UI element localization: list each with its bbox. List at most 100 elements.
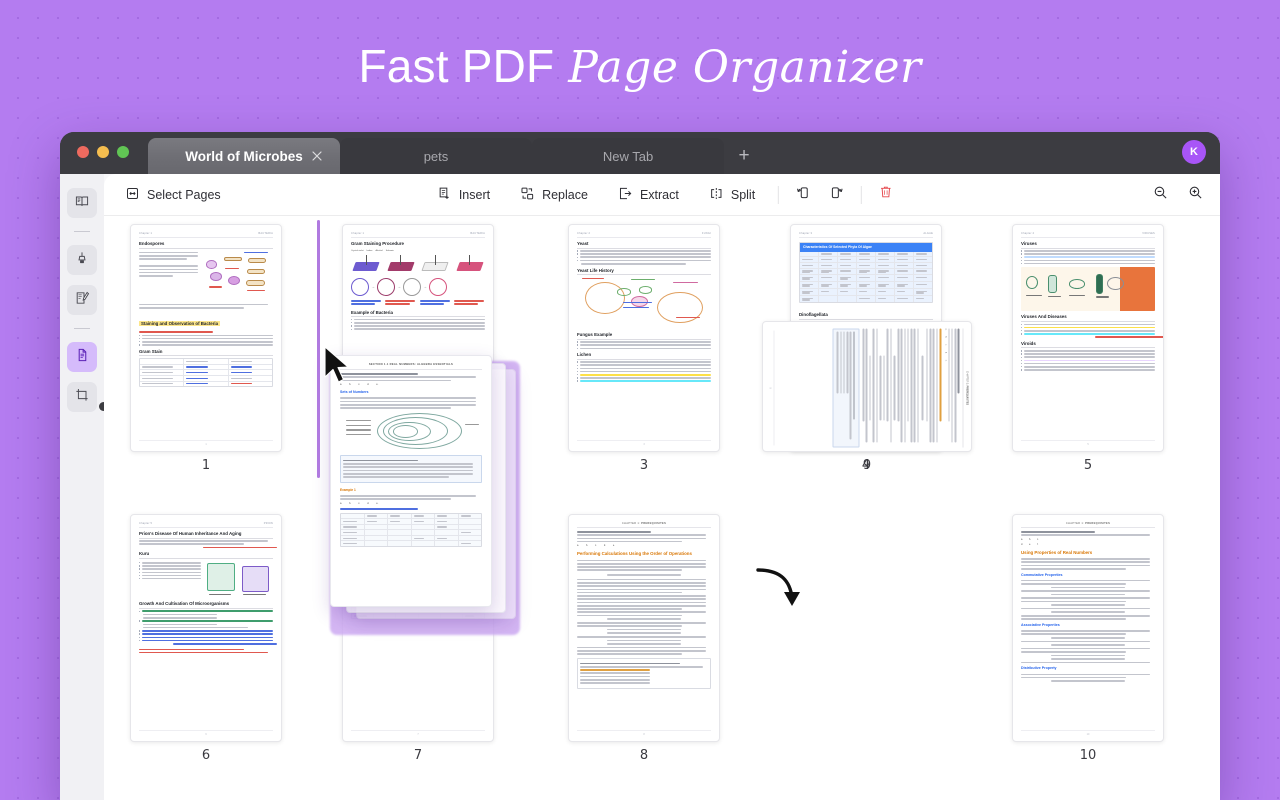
- page-section-title: Sets of Numbers: [340, 390, 369, 395]
- hero-title-part-b: Page Organizer: [568, 42, 922, 93]
- page-preview: CHAPTER 1: PREREQUISITES a. b. c. d. e. f. U…: [1012, 514, 1164, 742]
- page-preview: Chapter 5 PRION Prion's Disease Of Human…: [130, 514, 282, 742]
- page-header-right: PREREQUISITES: [641, 522, 667, 525]
- crop-icon: [74, 387, 90, 408]
- rotate-right-button[interactable]: [828, 184, 845, 206]
- sidebar-item-crop-tool[interactable]: [67, 382, 97, 412]
- sidebar-item-annotate-tool[interactable]: [67, 285, 97, 315]
- page-header-right: FUNGI: [701, 232, 711, 235]
- page-header-left: CHAPTER 1:: [1065, 522, 1085, 525]
- page-thumbnail-8[interactable]: CHAPTER 1: PREREQUISITES a. b. c. d. e. Perf…: [568, 514, 720, 763]
- page-header-left: Chapter 5: [139, 522, 153, 525]
- legend-item: Alcohol: [375, 249, 383, 252]
- tab-label: New Tab: [602, 148, 654, 164]
- close-window-button[interactable]: [77, 146, 89, 158]
- page-footer: 9: [768, 330, 774, 445]
- page-thumbnail-9[interactable]: CHAPTER 1: PREREQUISITES a.b.c.d.e.: [762, 321, 972, 473]
- page-thumbnail-3[interactable]: Chapter 2 FUNGI Yeast Yeast Life History: [568, 224, 720, 473]
- page-header-right: PRION: [263, 522, 273, 525]
- zoom-in-button[interactable]: [1187, 184, 1204, 206]
- select-pages-button[interactable]: Select Pages: [118, 182, 228, 208]
- page-thumbnail-6[interactable]: Chapter 5 PRION Prion's Disease Of Human…: [130, 514, 282, 763]
- book-icon: [74, 193, 90, 214]
- split-button[interactable]: Split: [702, 182, 762, 208]
- extract-icon: [618, 186, 633, 204]
- page-header-left: Chapter 4: [1021, 232, 1035, 235]
- drag-sheet-front: SECTION 1.1 REAL NUMBERS: ALGEBRA ESSENT…: [330, 355, 492, 607]
- zoom-in-icon: [1187, 184, 1204, 206]
- split-icon: [709, 186, 724, 204]
- insert-icon: [437, 186, 452, 204]
- page-section-title: Gram Stain: [139, 349, 273, 357]
- page-section-title: Performing Calculations Using the Order …: [577, 551, 692, 557]
- page-number-label: 10: [1079, 748, 1097, 763]
- hero-title-part-a: Fast PDF: [358, 40, 555, 92]
- titlebar: World of Microbes pets New Tab + K: [60, 132, 1220, 174]
- rotate-left-button[interactable]: [795, 184, 812, 206]
- page-title: Fast PDF Page Organizer: [358, 39, 921, 93]
- maximize-window-button[interactable]: [117, 146, 129, 158]
- hero-banner: Fast PDF Page Organizer: [0, 0, 1280, 132]
- page-number-label: 9: [862, 458, 872, 473]
- close-icon[interactable]: [310, 149, 324, 163]
- page-footer: 3: [577, 440, 711, 446]
- legend-item: Iodine: [366, 249, 373, 252]
- page-section-title: Distributive Property: [1021, 666, 1057, 671]
- trash-icon: [878, 184, 894, 205]
- sidebar-divider: [74, 328, 90, 329]
- page-preview: Chapter 1 BACTERIA Endospores Staining a…: [130, 224, 282, 452]
- pen-note-icon: [74, 290, 90, 311]
- avatar[interactable]: K: [1182, 140, 1206, 164]
- split-label: Split: [730, 187, 756, 202]
- sidebar-divider: [74, 231, 90, 232]
- page-footer: 6: [139, 730, 273, 736]
- sidebar-item-reader-view[interactable]: [67, 188, 97, 218]
- insert-button[interactable]: Insert: [430, 182, 497, 208]
- page-section-title: Fungus Example: [577, 332, 711, 340]
- page-preview: Chapter 4 VIRUSES Viruses Viruses And Di…: [1012, 224, 1164, 452]
- tab-label: World of Microbes: [185, 148, 303, 164]
- page-section-title: Characteristics Of Selected Phyla Of Alg…: [803, 245, 872, 250]
- sidebar: [60, 174, 108, 800]
- page-number-label: 3: [639, 458, 649, 473]
- window-controls: [77, 146, 129, 158]
- page-section-title: Yeast Life History: [577, 268, 711, 276]
- page-footer: 5: [1021, 440, 1155, 446]
- replace-button[interactable]: Replace: [513, 182, 595, 208]
- page-thumbnail-5[interactable]: Chapter 4 VIRUSES Viruses Viruses And Di…: [1012, 224, 1164, 473]
- page-section-title: Example of Bacteria: [351, 310, 485, 318]
- page-header-right: BACTERIA: [470, 232, 485, 235]
- select-pages-icon: [125, 186, 140, 204]
- page-section-title: Prion's Disease Of Human Inheritance And…: [139, 531, 273, 539]
- page-number-label: 8: [639, 748, 649, 763]
- arrow-cursor: [322, 345, 352, 392]
- page-number-label: 5: [1083, 458, 1093, 473]
- tab-world-of-microbes[interactable]: World of Microbes: [148, 138, 340, 174]
- page-header-left: CHAPTER 1:: [965, 370, 968, 385]
- page-thumbnail-10[interactable]: CHAPTER 1: PREREQUISITES a. b. c. d. e. f. U…: [1012, 514, 1164, 763]
- zoom-controls: [1152, 184, 1204, 206]
- page-header-left: Chapter 1: [139, 232, 153, 235]
- toolbar-divider: [861, 185, 863, 204]
- page-section-title: Commutative Properties: [1021, 572, 1063, 577]
- delete-pages-button[interactable]: [878, 184, 894, 205]
- sidebar-item-highlight-tool[interactable]: [67, 245, 97, 275]
- minimize-window-button[interactable]: [97, 146, 109, 158]
- pages-grid[interactable]: Chapter 1 BACTERIA Endospores Staining a…: [104, 216, 1220, 800]
- page-toolbar: Select Pages Insert Replace Extract Spli…: [104, 174, 1220, 216]
- tab-pets[interactable]: pets: [340, 138, 532, 174]
- page-header-left: Chapter 1: [351, 232, 365, 235]
- page-section-title: Growth And Cultivation Of Microorganisms: [139, 601, 273, 609]
- zoom-out-button[interactable]: [1152, 184, 1169, 206]
- rotate-annotation-arrow: [754, 564, 810, 617]
- insert-label: Insert: [458, 187, 491, 202]
- page-section-title: Viruses: [1021, 241, 1155, 249]
- page-thumbnail-1[interactable]: Chapter 1 BACTERIA Endospores Staining a…: [130, 224, 282, 473]
- page-footer: 8: [577, 730, 711, 736]
- extract-label: Extract: [639, 187, 679, 202]
- sidebar-item-organize-pages[interactable]: [67, 342, 97, 372]
- page-section-title: Example 1: [340, 487, 356, 492]
- add-tab-button[interactable]: +: [724, 138, 764, 174]
- extract-button[interactable]: Extract: [611, 182, 686, 208]
- tab-new-tab[interactable]: New Tab: [532, 138, 724, 174]
